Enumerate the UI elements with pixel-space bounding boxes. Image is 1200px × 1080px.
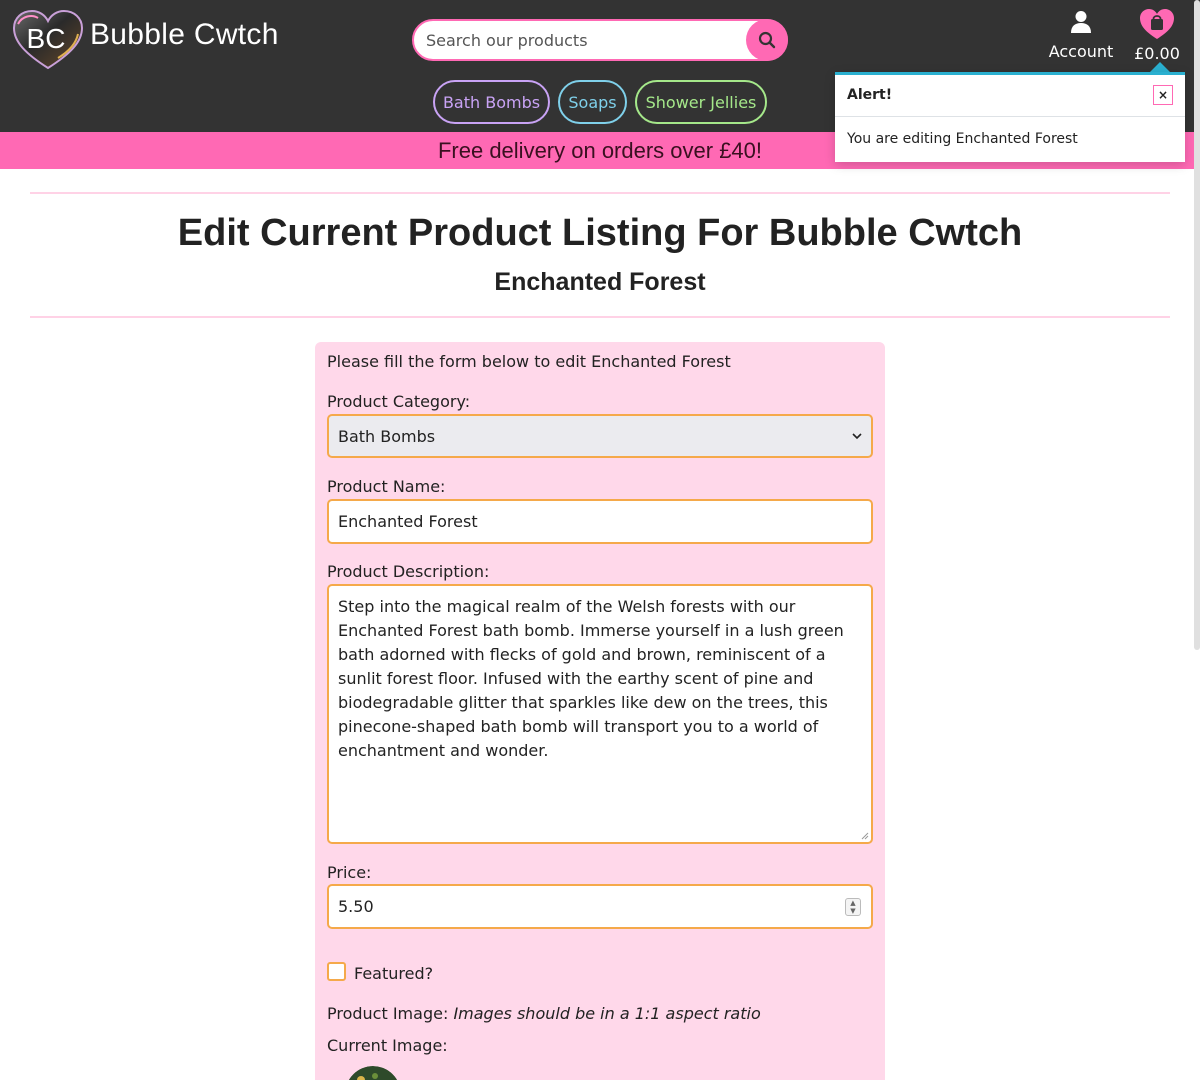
page-subtitle: Enchanted Forest [494, 268, 706, 296]
user-icon [1071, 11, 1091, 33]
category-selected-value: Bath Bombs [338, 426, 436, 446]
category-bath-bombs[interactable]: Bath Bombs [433, 80, 550, 124]
resize-handle-icon[interactable] [861, 832, 869, 840]
account-label: Account [1048, 42, 1114, 61]
product-description-textarea[interactable]: Step into the magical realm of the Welsh… [327, 584, 873, 844]
brand-name: Bubble Cwtch [90, 18, 279, 51]
account-link[interactable]: Account [1040, 10, 1122, 61]
category-label: Product Category: [327, 392, 471, 411]
form-intro: Please fill the form below to edit Encha… [327, 352, 731, 371]
edit-product-form: Please fill the form below to edit Encha… [315, 342, 885, 1080]
price-label: Price: [327, 863, 372, 882]
featured-label: Featured? [354, 964, 434, 983]
alert-toast: Alert! × You are editing Enchanted Fores… [835, 72, 1185, 162]
search-form [412, 19, 788, 61]
current-product-image [348, 1066, 398, 1080]
category-nav: Bath Bombs Soaps Shower Jellies [433, 80, 767, 124]
search-input[interactable] [426, 29, 746, 51]
page-scrollbar[interactable] [1194, 0, 1200, 650]
product-description-value: Step into the magical realm of the Welsh… [338, 597, 844, 760]
featured-checkbox[interactable] [327, 962, 346, 981]
logo-heart-icon: BC [12, 10, 84, 70]
product-name-value: Enchanted Forest [338, 512, 478, 531]
cart-link[interactable]: £0.00 [1130, 8, 1184, 63]
divider-bottom [30, 316, 1170, 318]
alert-close-button[interactable]: × [1153, 85, 1173, 105]
category-shower-jellies[interactable]: Shower Jellies [635, 80, 767, 124]
search-button[interactable] [746, 19, 788, 61]
logo-link[interactable]: BC Bubble Cwtch [12, 10, 278, 70]
chevron-down-icon [852, 432, 862, 439]
alert-title: Alert! [847, 87, 893, 103]
category-select[interactable]: Bath Bombs [327, 414, 873, 458]
cart-total: £0.00 [1134, 44, 1180, 63]
product-image-label: Product Image: Images should be in a 1:1… [327, 1004, 761, 1023]
product-image-label-text: Product Image: [327, 1004, 449, 1023]
price-input[interactable]: 5.50 ▲ ▼ [327, 884, 873, 929]
divider-top [30, 192, 1170, 194]
search-icon [758, 31, 776, 49]
cart-heart-bag-icon [1140, 9, 1174, 39]
price-stepper[interactable]: ▲ ▼ [845, 898, 861, 916]
category-soaps[interactable]: Soaps [558, 80, 627, 124]
current-image-label: Current Image: [327, 1036, 448, 1055]
description-label: Product Description: [327, 562, 490, 581]
name-label: Product Name: [327, 477, 446, 496]
price-value: 5.50 [338, 897, 374, 916]
alert-header: Alert! × [835, 75, 1185, 117]
alert-message: You are editing Enchanted Forest [847, 131, 1078, 147]
logo-initials: BC [27, 23, 66, 54]
alert-caret [1150, 62, 1170, 72]
product-image-hint: Images should be in a 1:1 aspect ratio [453, 1004, 761, 1023]
stepper-up-icon[interactable]: ▲ [850, 899, 855, 907]
product-name-input[interactable]: Enchanted Forest [327, 499, 873, 544]
stepper-down-icon[interactable]: ▼ [850, 907, 855, 915]
page-title: Edit Current Product Listing For Bubble … [177, 212, 1023, 254]
